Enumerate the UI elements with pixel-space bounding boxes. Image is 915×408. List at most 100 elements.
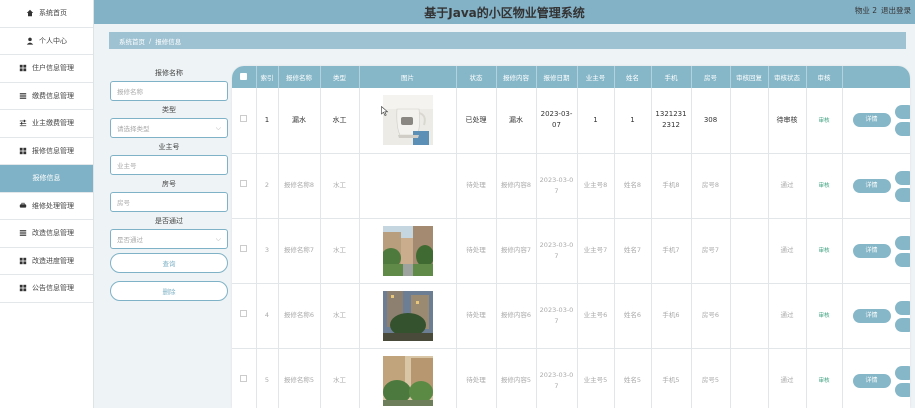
cell-name: 报修名称8 <box>278 153 321 219</box>
more-button[interactable] <box>894 122 910 136</box>
cell-reply <box>730 283 769 349</box>
table-row[interactable]: 4 报修名称6 水工 待处理 报修内容6 2023-03-07 业主号6 姓名6… <box>232 283 910 349</box>
select-all-header[interactable] <box>232 66 257 88</box>
chevron-down-icon: ⌵ <box>215 124 221 132</box>
edit-button[interactable] <box>894 300 910 315</box>
logout-link[interactable]: 退出登录 <box>881 5 911 16</box>
audit-link[interactable]: 审核 <box>818 248 829 254</box>
cell-photo <box>359 88 457 154</box>
cell-status: 已处理 <box>456 88 497 154</box>
column-header: 状态 <box>456 66 497 88</box>
grid-icon <box>19 284 27 292</box>
sidebar-item-label: 改造信息管理 <box>32 229 74 238</box>
sidebar-item-owner-fees[interactable]: 业主缴费管理 <box>0 110 93 138</box>
more-button[interactable] <box>894 252 910 267</box>
cell-photo <box>359 153 457 219</box>
repair-photo[interactable] <box>382 355 433 406</box>
sidebar-item-repair-info[interactable]: 报修信息 <box>0 165 93 193</box>
detail-button[interactable]: 详情 <box>852 178 891 193</box>
user-icon <box>26 37 34 45</box>
sidebar-item-renovation[interactable]: 改造信息管理 <box>0 220 93 248</box>
cell-owner-no: 业主号5 <box>577 348 615 408</box>
sidebar-item-maintenance[interactable]: 维修处理管理 <box>0 193 93 220</box>
sidebar-item-notices[interactable]: 公告信息管理 <box>0 275 93 303</box>
passed-placeholder: 是否通过 <box>117 236 143 244</box>
cell-content: 报修内容6 <box>496 283 537 349</box>
more-button[interactable] <box>894 382 910 397</box>
sidebar-item-label: 公告信息管理 <box>32 284 74 293</box>
select-all-checkbox[interactable] <box>240 72 248 80</box>
cell-name: 报修名称7 <box>278 218 321 284</box>
breadcrumb-separator: / <box>149 36 152 45</box>
sidebar-item-profile[interactable]: 个人中心 <box>0 28 93 55</box>
row-checkbox[interactable] <box>240 114 248 122</box>
audit-link[interactable]: 审核 <box>818 118 829 124</box>
table-row[interactable]: 3 报修名称7 水工 待处理 报修内容7 2023-03-07 业主号7 姓名7… <box>232 218 910 284</box>
room-no-label: 房号 <box>162 180 176 188</box>
row-checkbox[interactable] <box>240 310 248 318</box>
cell-actions: 详情 <box>842 153 910 219</box>
edit-button[interactable] <box>894 235 910 250</box>
repair-photo[interactable] <box>382 95 433 146</box>
audit-link[interactable]: 审核 <box>818 183 829 189</box>
detail-button[interactable]: 详情 <box>852 113 891 128</box>
top-header: 基于Java的小区物业管理系统 物业 2 退出登录 <box>94 0 915 24</box>
passed-select[interactable]: 是否通过 ⌵ <box>110 229 228 249</box>
repair-name-input[interactable]: 报修名称 <box>110 81 228 101</box>
edit-button[interactable] <box>894 105 910 119</box>
row-checkbox[interactable] <box>240 375 248 383</box>
repair-photo[interactable] <box>382 225 433 276</box>
cell-index: 1 <box>256 88 279 154</box>
row-select[interactable] <box>232 348 257 408</box>
sidebar-item-home[interactable]: 系统首页 <box>0 0 93 28</box>
sidebar-item-label: 住户信息管理 <box>32 64 74 73</box>
sidebar: 系统首页 个人中心 住户信息管理 缴费信息管理 业主缴费管理 报修信息管理 报修… <box>0 0 94 408</box>
column-header: 手机 <box>651 66 692 88</box>
type-select[interactable]: 请选择类型 ⌵ <box>110 118 228 138</box>
cell-person: 姓名7 <box>614 218 652 284</box>
row-select[interactable] <box>232 283 257 349</box>
more-button[interactable] <box>894 187 910 202</box>
column-header: 类型 <box>320 66 360 88</box>
detail-button[interactable]: 详情 <box>852 308 891 323</box>
detail-button[interactable]: 详情 <box>852 243 891 258</box>
sidebar-item-fees[interactable]: 缴费信息管理 <box>0 83 93 110</box>
cell-content: 漏水 <box>496 88 537 154</box>
cell-phone: 13212312312 <box>651 88 692 154</box>
table-row[interactable]: 1 漏水 水工 已处理 漏水 2023-03-07 1 1 1321231231… <box>232 88 910 154</box>
sidebar-item-renovation-progress[interactable]: 改造进度管理 <box>0 248 93 275</box>
row-select[interactable] <box>232 218 257 284</box>
cell-date: 2023-03-07 <box>536 88 578 154</box>
table-row[interactable]: 2 报修名称8 水工 待处理 报修内容8 2023-03-07 业主号8 姓名8… <box>232 153 910 219</box>
room-no-input[interactable]: 房号 <box>110 192 228 212</box>
table-row[interactable]: 5 报修名称5 水工 待处理 报修内容5 2023-03-07 业主号5 姓名5… <box>232 348 910 408</box>
delete-button[interactable]: 删除 <box>110 281 228 301</box>
row-select[interactable] <box>232 88 257 154</box>
edit-button[interactable] <box>894 365 910 380</box>
breadcrumb-current: 报修信息 <box>155 37 182 46</box>
type-placeholder: 请选择类型 <box>117 125 150 133</box>
cell-audit: 审核 <box>806 88 843 154</box>
edit-button[interactable] <box>894 170 910 185</box>
cell-room: 房号5 <box>691 348 731 408</box>
owner-no-placeholder: 业主号 <box>117 162 137 170</box>
row-select[interactable] <box>232 153 257 219</box>
more-button[interactable] <box>894 317 910 332</box>
cell-owner-no: 业主号8 <box>577 153 615 219</box>
sidebar-item-label: 系统首页 <box>39 9 67 18</box>
breadcrumb-home[interactable]: 系统首页 <box>119 36 145 46</box>
row-checkbox[interactable] <box>240 245 248 253</box>
query-button[interactable]: 查询 <box>110 253 228 273</box>
sidebar-item-repair-manage[interactable]: 报修信息管理 <box>0 138 93 165</box>
cell-date: 2023-03-07 <box>536 153 578 219</box>
detail-button[interactable]: 详情 <box>852 373 891 388</box>
cell-audit-status: 待审核 <box>768 88 807 154</box>
cell-type: 水工 <box>320 88 360 154</box>
audit-link[interactable]: 审核 <box>818 313 829 319</box>
row-checkbox[interactable] <box>240 180 248 188</box>
cell-audit-status: 通过 <box>768 153 807 219</box>
owner-no-input[interactable]: 业主号 <box>110 155 228 175</box>
sidebar-item-residents[interactable]: 住户信息管理 <box>0 55 93 83</box>
repair-photo[interactable] <box>382 290 433 341</box>
audit-link[interactable]: 审核 <box>818 378 829 384</box>
